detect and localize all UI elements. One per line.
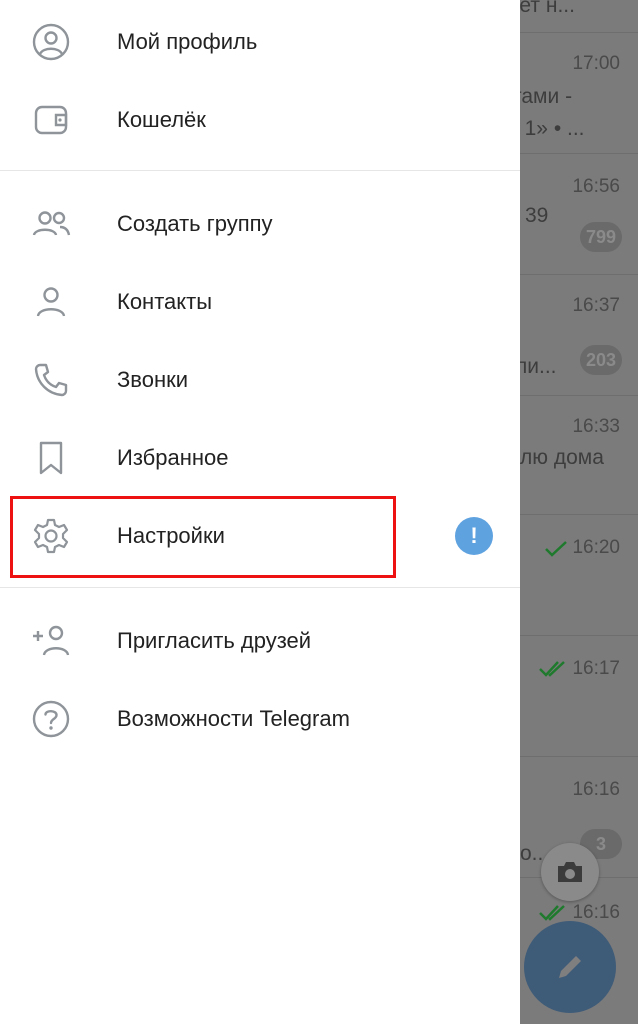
settings-alert-badge: ! xyxy=(455,517,493,555)
read-double-check-icon xyxy=(539,661,565,677)
compose-button[interactable] xyxy=(524,921,616,1013)
chat-preview: ли... xyxy=(515,355,557,378)
menu-item-label: Мой профиль xyxy=(117,29,258,54)
menu-item-label: Звонки xyxy=(117,367,189,392)
navigation-drawer: Мой профиль Кошелёк Создать группу Конта… xyxy=(0,0,520,1024)
menu-item-invite-friends[interactable]: Пригласить друзей xyxy=(0,602,520,680)
unread-badge: 203 xyxy=(579,345,622,375)
bookmark-icon xyxy=(30,437,72,479)
chat-time: 16:56 xyxy=(572,176,620,197)
chat-time: 16:16 xyxy=(572,902,620,923)
pencil-icon xyxy=(559,956,581,978)
chat-preview-line2: ℓ 1» • ... xyxy=(512,117,585,140)
group-icon xyxy=(30,203,72,245)
chat-time: 16:37 xyxy=(572,295,620,316)
divider xyxy=(0,587,520,588)
sent-check-icon xyxy=(545,541,567,557)
read-double-check-icon xyxy=(539,905,565,921)
menu-item-profile[interactable]: Мой профиль xyxy=(0,3,520,81)
unread-badge: 799 xyxy=(579,222,622,252)
menu-item-settings[interactable]: Настройки ! xyxy=(0,497,520,575)
camera-icon xyxy=(558,862,582,882)
divider xyxy=(0,170,520,171)
menu-item-label: Контакты xyxy=(117,289,213,314)
contact-icon xyxy=(30,281,72,323)
gear-icon xyxy=(30,515,72,557)
menu-item-calls[interactable]: Звонки xyxy=(0,341,520,419)
menu-item-saved[interactable]: Избранное xyxy=(0,419,520,497)
menu-item-new-group[interactable]: Создать группу xyxy=(0,185,520,263)
camera-button[interactable] xyxy=(541,843,599,901)
wallet-icon xyxy=(30,99,72,141)
menu-item-label: Пригласить друзей xyxy=(117,628,312,653)
menu-item-label: Настройки xyxy=(117,523,225,548)
menu-item-telegram-features[interactable]: Возможности Telegram xyxy=(0,680,520,758)
chat-preview: тами - xyxy=(512,85,573,108)
profile-circle-icon xyxy=(30,21,72,63)
chat-time: 16:17 xyxy=(572,658,620,679)
chat-time: 16:33 xyxy=(572,416,620,437)
add-user-icon xyxy=(30,620,72,662)
help-icon xyxy=(30,698,72,740)
chat-time: 17:00 xyxy=(572,53,620,74)
menu-item-wallet[interactable]: Кошелёк xyxy=(0,81,520,159)
chat-preview: 39 xyxy=(525,204,549,227)
phone-icon xyxy=(30,359,72,401)
menu-item-label: Создать группу xyxy=(117,211,273,236)
menu-item-label: Кошелёк xyxy=(117,107,206,132)
chat-time: 16:16 xyxy=(572,779,620,800)
menu-item-label: Возможности Telegram xyxy=(117,706,350,731)
chat-preview: лю дома xyxy=(520,446,604,469)
menu-item-contacts[interactable]: Контакты xyxy=(0,263,520,341)
chat-time: 16:20 xyxy=(572,537,620,558)
menu-item-label: Избранное xyxy=(117,445,229,470)
